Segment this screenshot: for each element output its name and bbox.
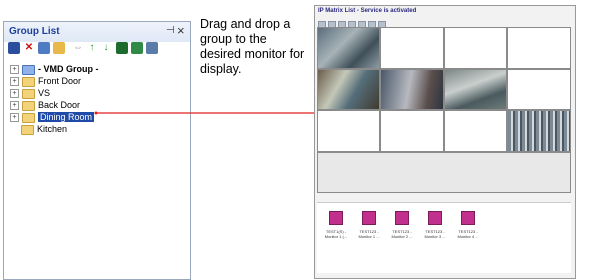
- monitor-cell[interactable]: [444, 69, 507, 110]
- monitor-item[interactable]: TEST123 - Monitor 1 ...: [354, 211, 384, 239]
- monitor-cell[interactable]: [444, 110, 507, 152]
- ip-matrix-window: IP Matrix List - Service is activated TE…: [314, 5, 576, 279]
- monitor-cell[interactable]: [380, 69, 444, 110]
- monitor-item[interactable]: TEST123 - Monitor 3 ...: [420, 211, 450, 239]
- monitor-cell[interactable]: [507, 69, 571, 110]
- monitor-label-line2: Monitor 3 ...: [424, 234, 446, 239]
- monitor-label-line2: Monitor 2 ...: [391, 234, 413, 239]
- monitor-cell[interactable]: [317, 110, 380, 152]
- matrix-window-title: IP Matrix List - Service is activated: [318, 8, 417, 14]
- monitor-icon: [461, 211, 475, 225]
- monitor-icon: [428, 211, 442, 225]
- monitor-grid: [317, 27, 571, 193]
- monitor-icon: [329, 211, 343, 225]
- monitor-label-line2: Monitor 1 ...: [358, 234, 380, 239]
- monitor-cell[interactable]: [317, 27, 380, 69]
- monitor-item[interactable]: TEST123 - Monitor 2 ...: [387, 211, 417, 239]
- monitor-label: TEST123 - Monitor 1 ...: [354, 229, 384, 239]
- monitor-label-line2: Monitor 1 (...: [324, 234, 348, 239]
- monitor-cell[interactable]: [380, 27, 444, 69]
- monitor-cell[interactable]: [380, 110, 444, 152]
- monitor-row-empty: [317, 152, 571, 193]
- monitor-icon: [362, 211, 376, 225]
- monitor-label: TEST123 - Monitor 4 ...: [453, 229, 483, 239]
- monitor-cell[interactable]: [444, 27, 507, 69]
- monitor-item[interactable]: TEST123 - Monitor 4 ...: [453, 211, 483, 239]
- monitor-list: TEST1(S) - Monitor 1 (... TEST123 - Monito…: [317, 202, 571, 273]
- monitor-label: TEST1(S) - Monitor 1 (...: [321, 229, 351, 239]
- monitor-label: TEST123 - Monitor 2 ...: [387, 229, 417, 239]
- monitor-icon: [395, 211, 409, 225]
- monitor-item[interactable]: TEST1(S) - Monitor 1 (...: [321, 211, 351, 239]
- monitor-cell[interactable]: [507, 110, 571, 152]
- monitor-cell[interactable]: [317, 69, 380, 110]
- arrow-start-dot: [94, 111, 98, 115]
- monitor-cell[interactable]: [507, 27, 571, 69]
- monitor-label: TEST123 - Monitor 3 ...: [420, 229, 450, 239]
- monitor-label-line2: Monitor 4 ...: [457, 234, 479, 239]
